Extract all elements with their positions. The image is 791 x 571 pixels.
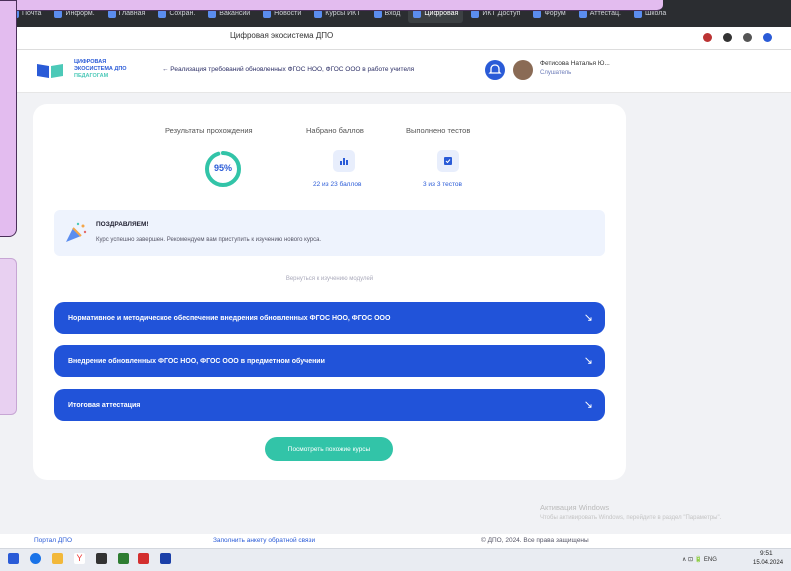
module-label: Внедрение обновленных ФГОС НОО, ФГОС ООО… [68, 357, 325, 365]
tab-label: Курсы ИКТ [325, 10, 361, 17]
module-button[interactable]: Внедрение обновленных ФГОС НОО, ФГОС ООО… [54, 345, 605, 377]
tab-label: Цифровая [424, 10, 459, 17]
yandex-icon[interactable]: Y [74, 553, 85, 564]
results-label: Результаты прохождения [165, 126, 253, 135]
tests-check-icon [437, 150, 459, 172]
extension-icon[interactable] [743, 33, 752, 42]
course-back-link[interactable]: ← Реализация требований обновленных ФГОС… [162, 66, 414, 73]
tab-label: Вакансии [219, 10, 251, 17]
congratulations-text: Курс успешно завершен. Рекомендуем вам п… [96, 237, 322, 243]
module-button[interactable]: Итоговая аттестация ↘ [54, 389, 605, 421]
tab-label: Форум [544, 10, 566, 17]
notification-bell-icon[interactable] [485, 60, 505, 80]
tests-value: 3 из 3 тестов [423, 181, 462, 188]
chrome-icon[interactable] [30, 553, 41, 564]
arrow-down-right-icon: ↘ [583, 399, 593, 411]
points-value: 22 из 23 баллов [313, 181, 362, 188]
footer-portal-link[interactable]: Портал ДПО [34, 537, 72, 544]
similar-courses-button[interactable]: Посмотреть похожие курсы [265, 437, 393, 461]
user-role: Слушатель [540, 70, 572, 76]
app-icon[interactable] [96, 553, 107, 564]
footer-copyright: © ДПО, 2024. Все права защищены [481, 537, 589, 544]
tests-label: Выполнено тестов [406, 126, 471, 135]
logo-text[interactable]: ЦИФРОВАЯ ЭКОСИСТЕМА ДПО ПЕДАГОГАМ [74, 59, 127, 80]
footer-feedback-link[interactable]: Заполнить анкету обратной связи [213, 537, 315, 544]
profile-icon[interactable] [763, 33, 772, 42]
tab-label: Главная [118, 10, 146, 17]
points-chart-icon [333, 150, 355, 172]
overlay-shape [0, 0, 663, 11]
tab-label: Новости [274, 10, 302, 17]
tab-label: Почта [22, 10, 42, 17]
extension-icon[interactable] [703, 33, 712, 42]
points-label: Набрано баллов [306, 126, 364, 135]
folder-icon[interactable] [52, 553, 63, 564]
avatar[interactable] [513, 60, 533, 80]
congratulations-title: ПОЗДРАВЛЯЕМ! [96, 221, 149, 228]
address-bar[interactable] [0, 27, 791, 50]
system-tray[interactable]: ∧ ⊡ 🔋 ENG [682, 556, 717, 563]
overlay-shape [0, 258, 17, 415]
tab-label: Вход [384, 10, 401, 17]
windows-activation-title: Активация Windows [540, 503, 610, 512]
arrow-down-right-icon: ↘ [583, 312, 593, 324]
score-percent: 95% [213, 163, 232, 173]
app-icon[interactable] [160, 553, 171, 564]
logo-line: ЦИФРОВАЯ [74, 59, 107, 65]
tab-label: Аттестац. [589, 10, 621, 17]
logo-line: ЭКОСИСТЕМА ДПО [74, 66, 127, 72]
overlay-shape [0, 0, 17, 237]
module-label: Нормативное и методическое обеспечение в… [68, 314, 391, 322]
site-footer [0, 534, 791, 548]
windows-activation-text: Чтобы активировать Windows, перейдите в … [540, 515, 722, 521]
page-title-bar: Цифровая экосистема ДПО [230, 31, 334, 40]
logo-line: ПЕДАГОГАМ [74, 73, 109, 79]
clock-time[interactable]: 9:51 [760, 550, 773, 557]
logo-book-icon [37, 64, 63, 78]
app-icon[interactable] [138, 553, 149, 564]
tab-label: Информ. [65, 10, 95, 17]
modules-hint: Вернуться к изучению модулей [285, 276, 374, 282]
party-popper-icon [66, 222, 87, 242]
congratulations-banner [54, 210, 605, 256]
tab-label: ИКТ Доступ [482, 10, 521, 17]
app-icon[interactable] [118, 553, 129, 564]
arrow-down-right-icon: ↘ [583, 355, 593, 367]
module-button[interactable]: Нормативное и методическое обеспечение в… [54, 302, 605, 334]
results-card [33, 104, 626, 480]
clock-date[interactable]: 15.04.2024 [753, 560, 783, 566]
extension-icon[interactable] [723, 33, 732, 42]
tab-label: Сохран. [169, 10, 196, 17]
start-icon[interactable] [8, 553, 19, 564]
tab-label: Школа [644, 10, 667, 17]
module-label: Итоговая аттестация [68, 401, 141, 409]
user-name[interactable]: Фетисова Наталья Ю... [540, 60, 610, 67]
